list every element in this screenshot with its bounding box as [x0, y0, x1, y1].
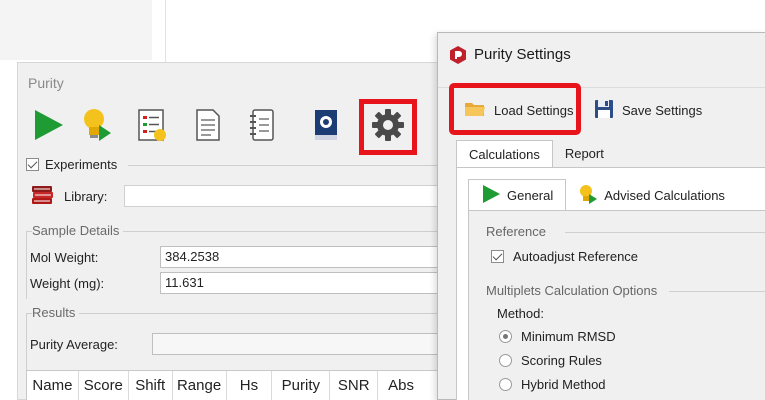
toolbar: [28, 99, 448, 159]
autoadjust-label: Autoadjust Reference: [513, 249, 639, 264]
results-table-header: Name Score Shift Range Hs Purity SNR Abs: [26, 370, 448, 400]
tab-calculations[interactable]: Calculations: [456, 140, 553, 168]
library-label: Library:: [64, 188, 108, 204]
library-input[interactable]: [124, 185, 448, 207]
tab-advised-calculations-label: Advised Calculations: [604, 187, 725, 203]
dialog-title: Purity Settings: [474, 46, 571, 63]
notebook-icon[interactable]: [244, 107, 280, 143]
results-title: Results: [32, 305, 80, 320]
purity-average-field: [152, 333, 448, 355]
window-title: Purity: [28, 75, 64, 91]
settings-highlight-box: [359, 99, 417, 155]
experiments-label: Experiments: [45, 157, 118, 172]
radio-hybrid-method-label: Hybrid Method: [521, 377, 606, 392]
tab-general-label: General: [507, 188, 554, 203]
reference-divider: [565, 232, 765, 233]
radio-indicator: [499, 354, 512, 367]
column-header-purity[interactable]: Purity: [272, 371, 331, 400]
play-icon: [481, 184, 501, 207]
multiplets-section-title: Multiplets Calculation Options: [486, 283, 658, 298]
method-label: Method:: [497, 306, 544, 321]
mol-weight-label: Mol Weight:: [30, 250, 99, 265]
column-header-snr[interactable]: SNR: [330, 371, 379, 400]
purity-settings-dialog: Purity Settings Load Settings Save Setti…: [437, 32, 765, 400]
floppy-disk-icon: [594, 99, 614, 122]
radio-hybrid-method[interactable]: Hybrid Method: [499, 377, 606, 392]
autoadjust-check-icon: [491, 250, 504, 263]
sub-tab-bar: General Advised Calculations: [468, 179, 737, 211]
load-settings-highlight-box: [449, 83, 581, 135]
column-header-name[interactable]: Name: [27, 371, 79, 400]
tab-general[interactable]: General: [468, 179, 567, 211]
sample-details-title: Sample Details: [32, 223, 124, 238]
checklist-icon[interactable]: [134, 107, 170, 143]
radio-selected-indicator: [499, 330, 512, 343]
background-panel: [0, 0, 152, 60]
play-icon[interactable]: [30, 107, 66, 143]
purity-window: Purity Experiments Library: Sample Detai…: [17, 62, 448, 400]
library-row: Library:: [30, 183, 448, 209]
multiplets-divider: [669, 291, 765, 292]
background-divider: [165, 0, 166, 62]
weight-label: Weight (mg):: [30, 276, 105, 291]
tab-report[interactable]: Report: [553, 140, 616, 168]
general-panel: Reference Autoadjust Reference Multiplet…: [468, 210, 765, 400]
radio-minimum-rmsd[interactable]: Minimum RMSD: [499, 329, 616, 344]
autoadjust-reference-checkbox[interactable]: Autoadjust Reference: [491, 249, 638, 264]
radio-scoring-rules[interactable]: Scoring Rules: [499, 353, 602, 368]
book-icon[interactable]: [308, 107, 344, 143]
results-border: [26, 313, 448, 314]
reference-section-title: Reference: [486, 224, 546, 239]
mol-weight-field[interactable]: 384.2538: [160, 246, 448, 268]
column-header-hs[interactable]: Hs: [227, 371, 273, 400]
document-icon[interactable]: [190, 107, 226, 143]
save-settings-label: Save Settings: [622, 102, 703, 118]
app-logo-icon: [450, 46, 466, 64]
radio-scoring-rules-label: Scoring Rules: [521, 353, 602, 368]
sample-details-left-border: [26, 231, 27, 299]
main-tab-bar: Calculations Report: [456, 140, 616, 168]
experiments-checkbox[interactable]: [26, 158, 39, 171]
advise-bulb-icon[interactable]: [80, 107, 116, 143]
tab-advised-calculations[interactable]: Advised Calculations: [566, 179, 737, 211]
save-settings-button[interactable]: Save Settings: [594, 99, 702, 121]
radio-indicator: [499, 378, 512, 391]
purity-average-label: Purity Average:: [30, 337, 118, 352]
weight-field[interactable]: 11.631: [160, 272, 448, 294]
column-header-shift[interactable]: Shift: [129, 371, 173, 400]
column-header-range[interactable]: Range: [173, 371, 227, 400]
advise-bulb-icon: [578, 184, 598, 207]
experiments-divider: [128, 165, 448, 166]
experiments-toggle[interactable]: Experiments: [26, 157, 117, 172]
radio-minimum-rmsd-label: Minimum RMSD: [521, 329, 616, 344]
library-books-icon: [30, 184, 56, 209]
column-header-score[interactable]: Score: [79, 371, 129, 400]
